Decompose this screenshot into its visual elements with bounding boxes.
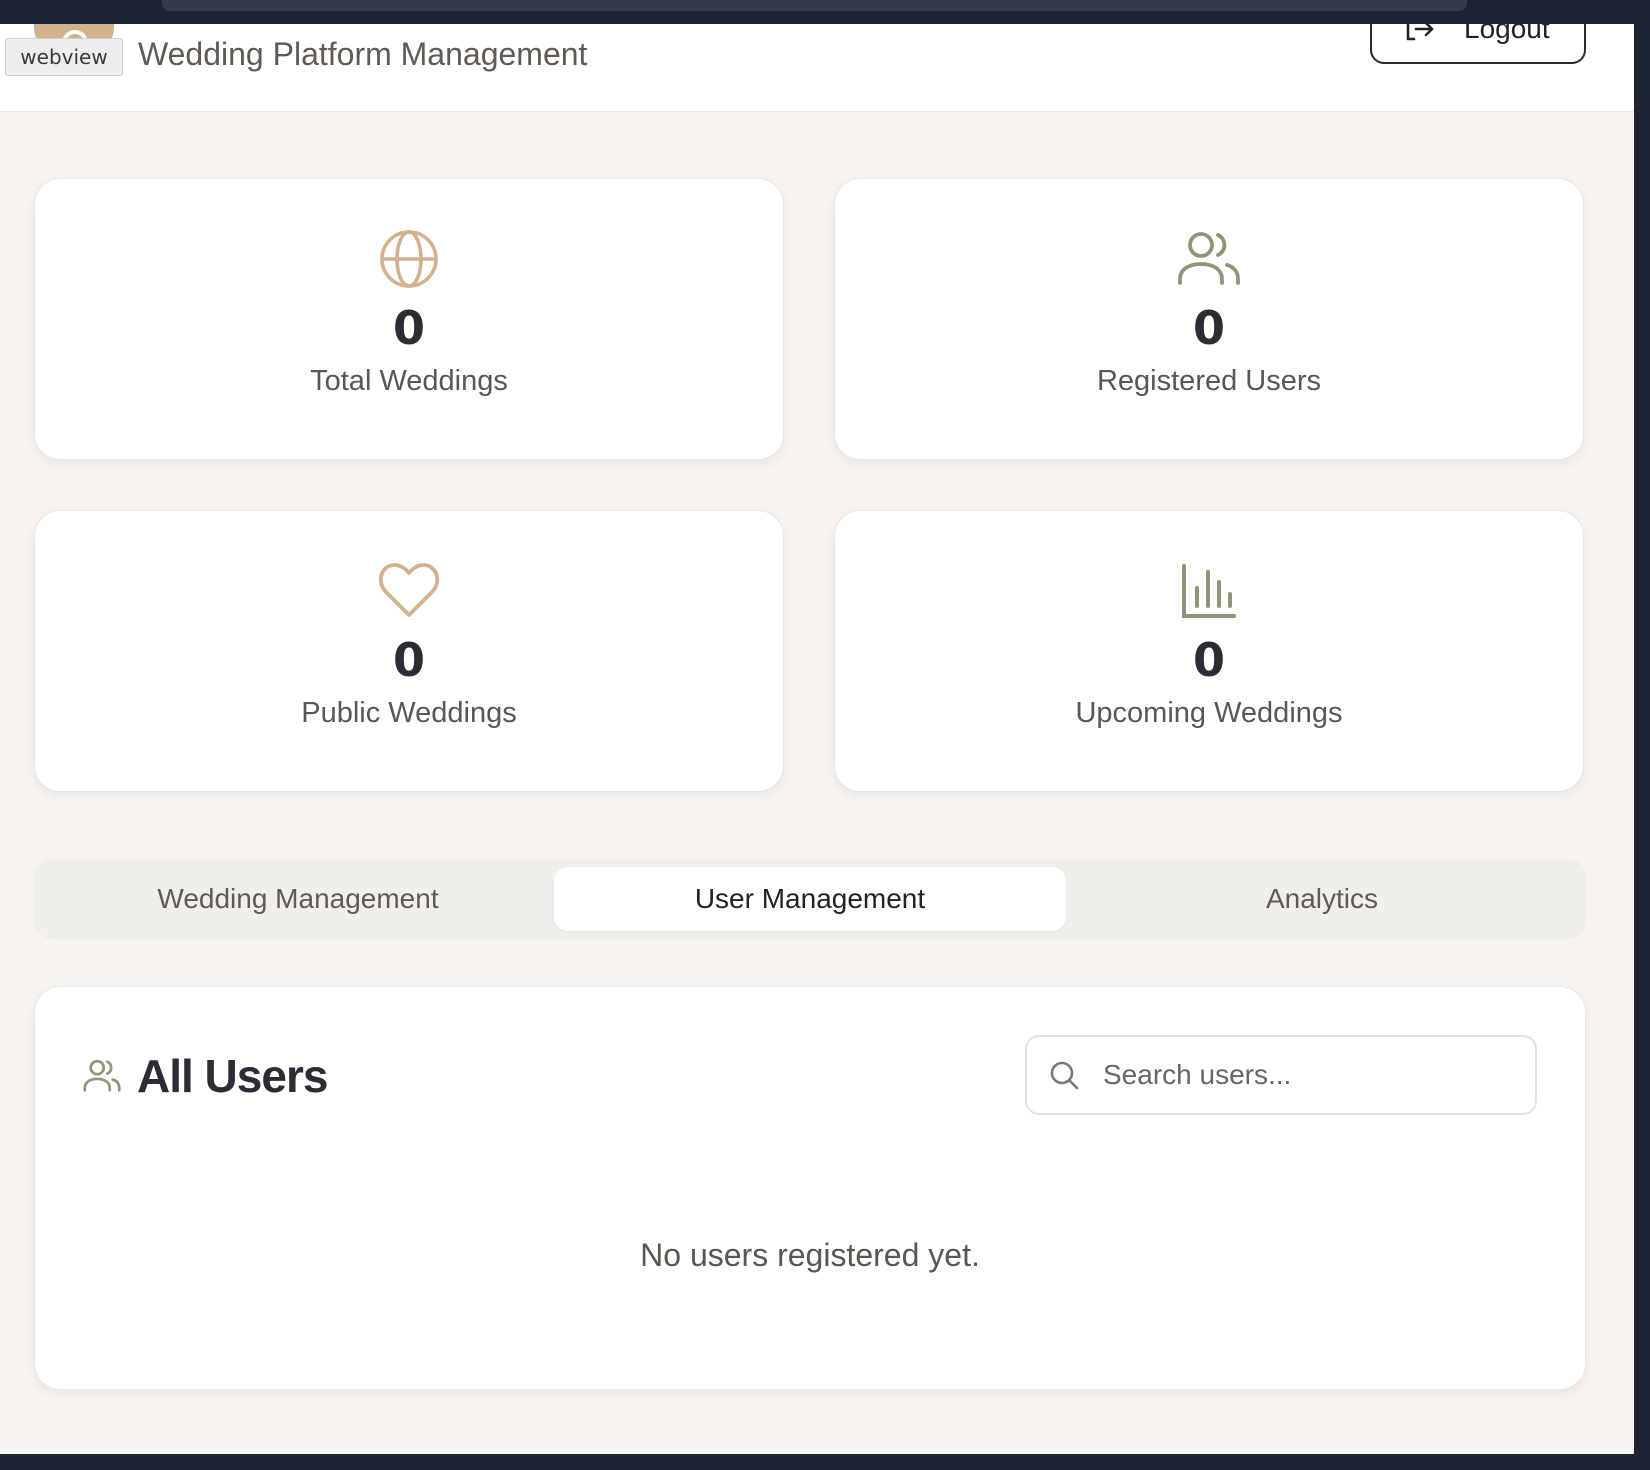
- management-tabs: Wedding Management User Management Analy…: [34, 859, 1586, 939]
- empty-state-message: No users registered yet.: [640, 1237, 980, 1273]
- panel-title: All Users: [137, 1050, 328, 1102]
- users-icon: [83, 1059, 121, 1092]
- stat-card-registered-users: 0 Registered Users: [834, 178, 1584, 460]
- all-users-panel: All Users No users registered yet.: [34, 986, 1586, 1390]
- tab-user-management[interactable]: User Management: [554, 867, 1066, 931]
- bar-chart-icon: [1180, 559, 1238, 623]
- stat-value: 0: [392, 301, 425, 355]
- tab-analytics[interactable]: Analytics: [1066, 867, 1578, 931]
- stat-card-upcoming-weddings: 0 Upcoming Weddings: [834, 510, 1584, 792]
- tab-wedding-management[interactable]: Wedding Management: [42, 867, 554, 931]
- stat-label: Upcoming Weddings: [1075, 697, 1343, 729]
- stat-value: 0: [1192, 633, 1225, 687]
- globe-icon: [378, 227, 440, 291]
- window-top-bar: [0, 0, 1650, 24]
- stat-label: Registered Users: [1096, 365, 1322, 397]
- users-icon: [1177, 227, 1241, 291]
- search-icon: [1050, 1061, 1079, 1090]
- logout-label: Logout: [1464, 24, 1550, 44]
- logout-icon: [1406, 24, 1434, 41]
- webview-badge: webview: [5, 38, 123, 76]
- panel-header: All Users: [83, 1049, 328, 1103]
- app-header: webview Wedding Platform Management Logo…: [0, 24, 1634, 112]
- address-bar[interactable]: [162, 0, 1467, 11]
- window-bottom-edge: [0, 1454, 1650, 1470]
- stat-value: 0: [1192, 301, 1225, 355]
- stat-label: Total Weddings: [310, 365, 508, 397]
- stat-label: Public Weddings: [301, 697, 517, 729]
- stat-card-public-weddings: 0 Public Weddings: [34, 510, 784, 792]
- logout-button[interactable]: Logout: [1370, 24, 1586, 64]
- page-title: Wedding Platform Management: [138, 36, 588, 72]
- app-viewport: webview Wedding Platform Management Logo…: [0, 24, 1634, 1454]
- heart-icon: [378, 559, 440, 623]
- search-input[interactable]: [1103, 1059, 1503, 1091]
- stat-card-total-weddings: 0 Total Weddings: [34, 178, 784, 460]
- stat-value: 0: [392, 633, 425, 687]
- window-right-edge: [1634, 0, 1650, 1470]
- search-box[interactable]: [1025, 1035, 1537, 1115]
